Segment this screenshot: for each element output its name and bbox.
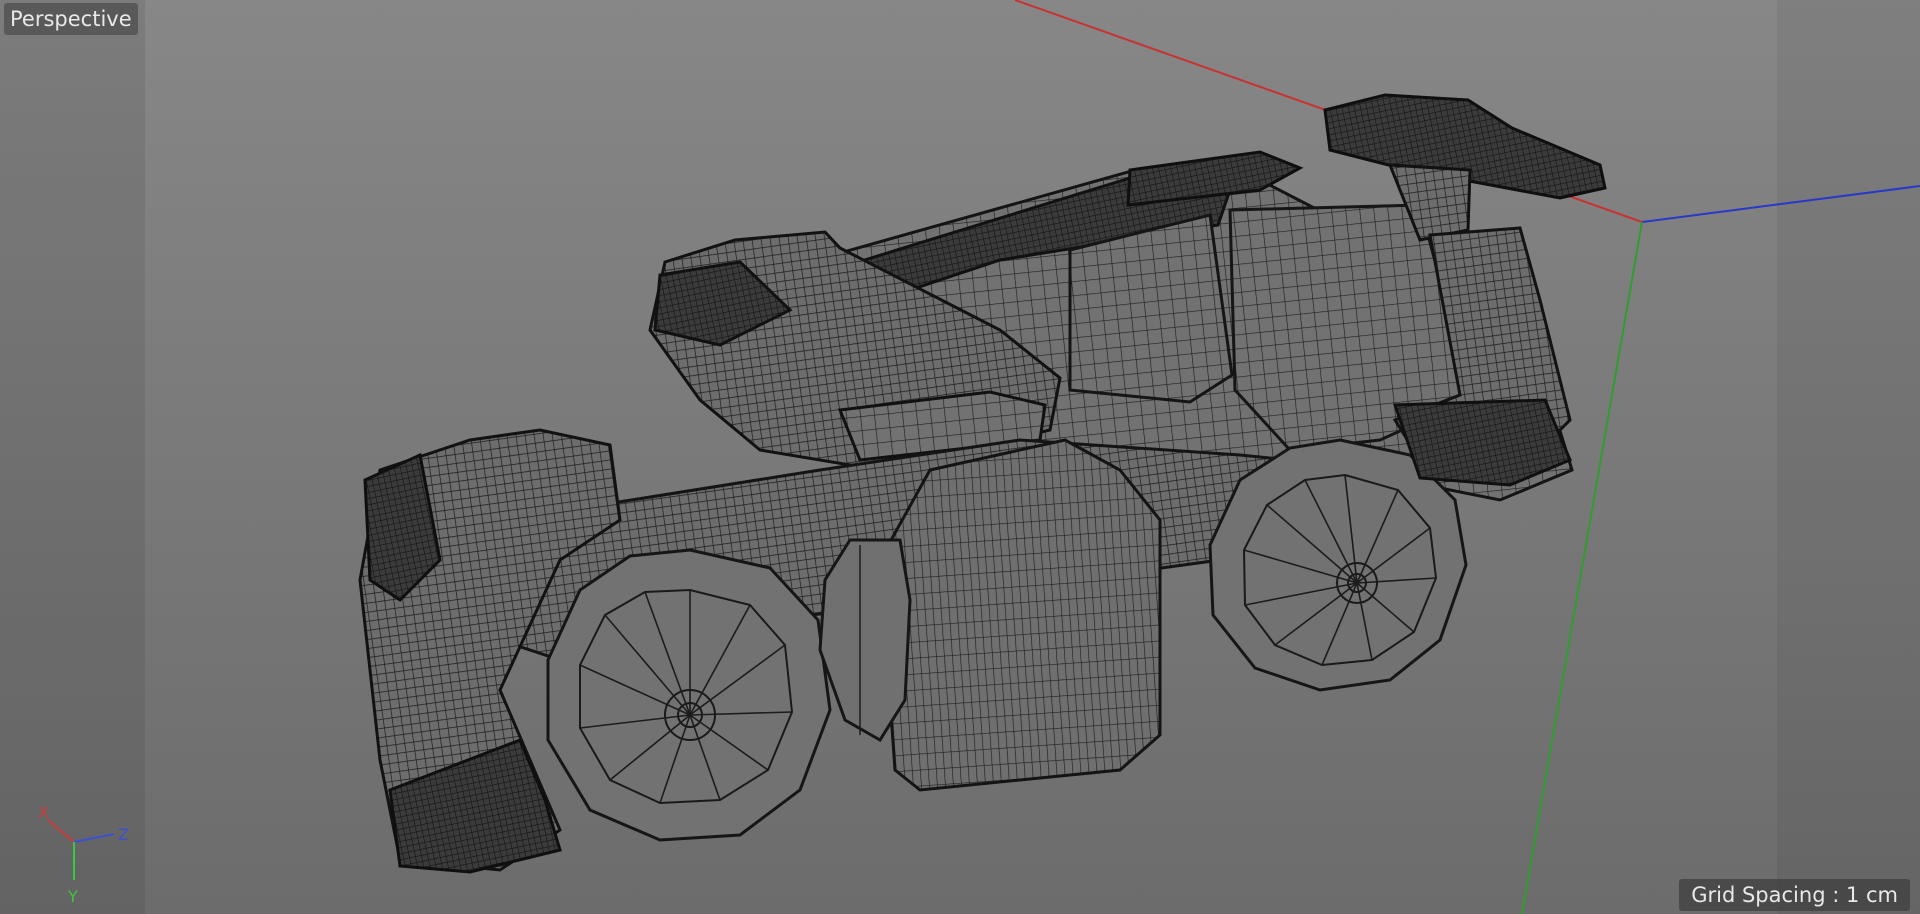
rear-diffuser bbox=[1392, 398, 1572, 487]
gizmo-x-label: X bbox=[38, 803, 49, 822]
side-pod bbox=[878, 438, 1162, 792]
far-front-wheel bbox=[818, 538, 912, 743]
gizmo-z-label: Z bbox=[118, 825, 129, 844]
world-z-axis bbox=[1641, 185, 1920, 223]
3d-viewport[interactable]: X Z Y Perspective Grid Spacing : 1 cm bbox=[0, 0, 1920, 914]
vehicle-model[interactable] bbox=[358, 93, 1607, 874]
scene-render[interactable]: X Z Y bbox=[0, 0, 1920, 914]
grid-spacing-readout: Grid Spacing : 1 cm bbox=[1679, 879, 1910, 911]
gizmo-z-line bbox=[73, 833, 115, 843]
axis-gizmo: X Z Y bbox=[38, 803, 129, 906]
front-wheel bbox=[546, 548, 832, 842]
gizmo-y-label: Y bbox=[67, 887, 78, 906]
gizmo-x-line bbox=[47, 819, 75, 843]
camera-view-label[interactable]: Perspective bbox=[4, 3, 138, 35]
vehicle-cockpit bbox=[1068, 213, 1234, 404]
